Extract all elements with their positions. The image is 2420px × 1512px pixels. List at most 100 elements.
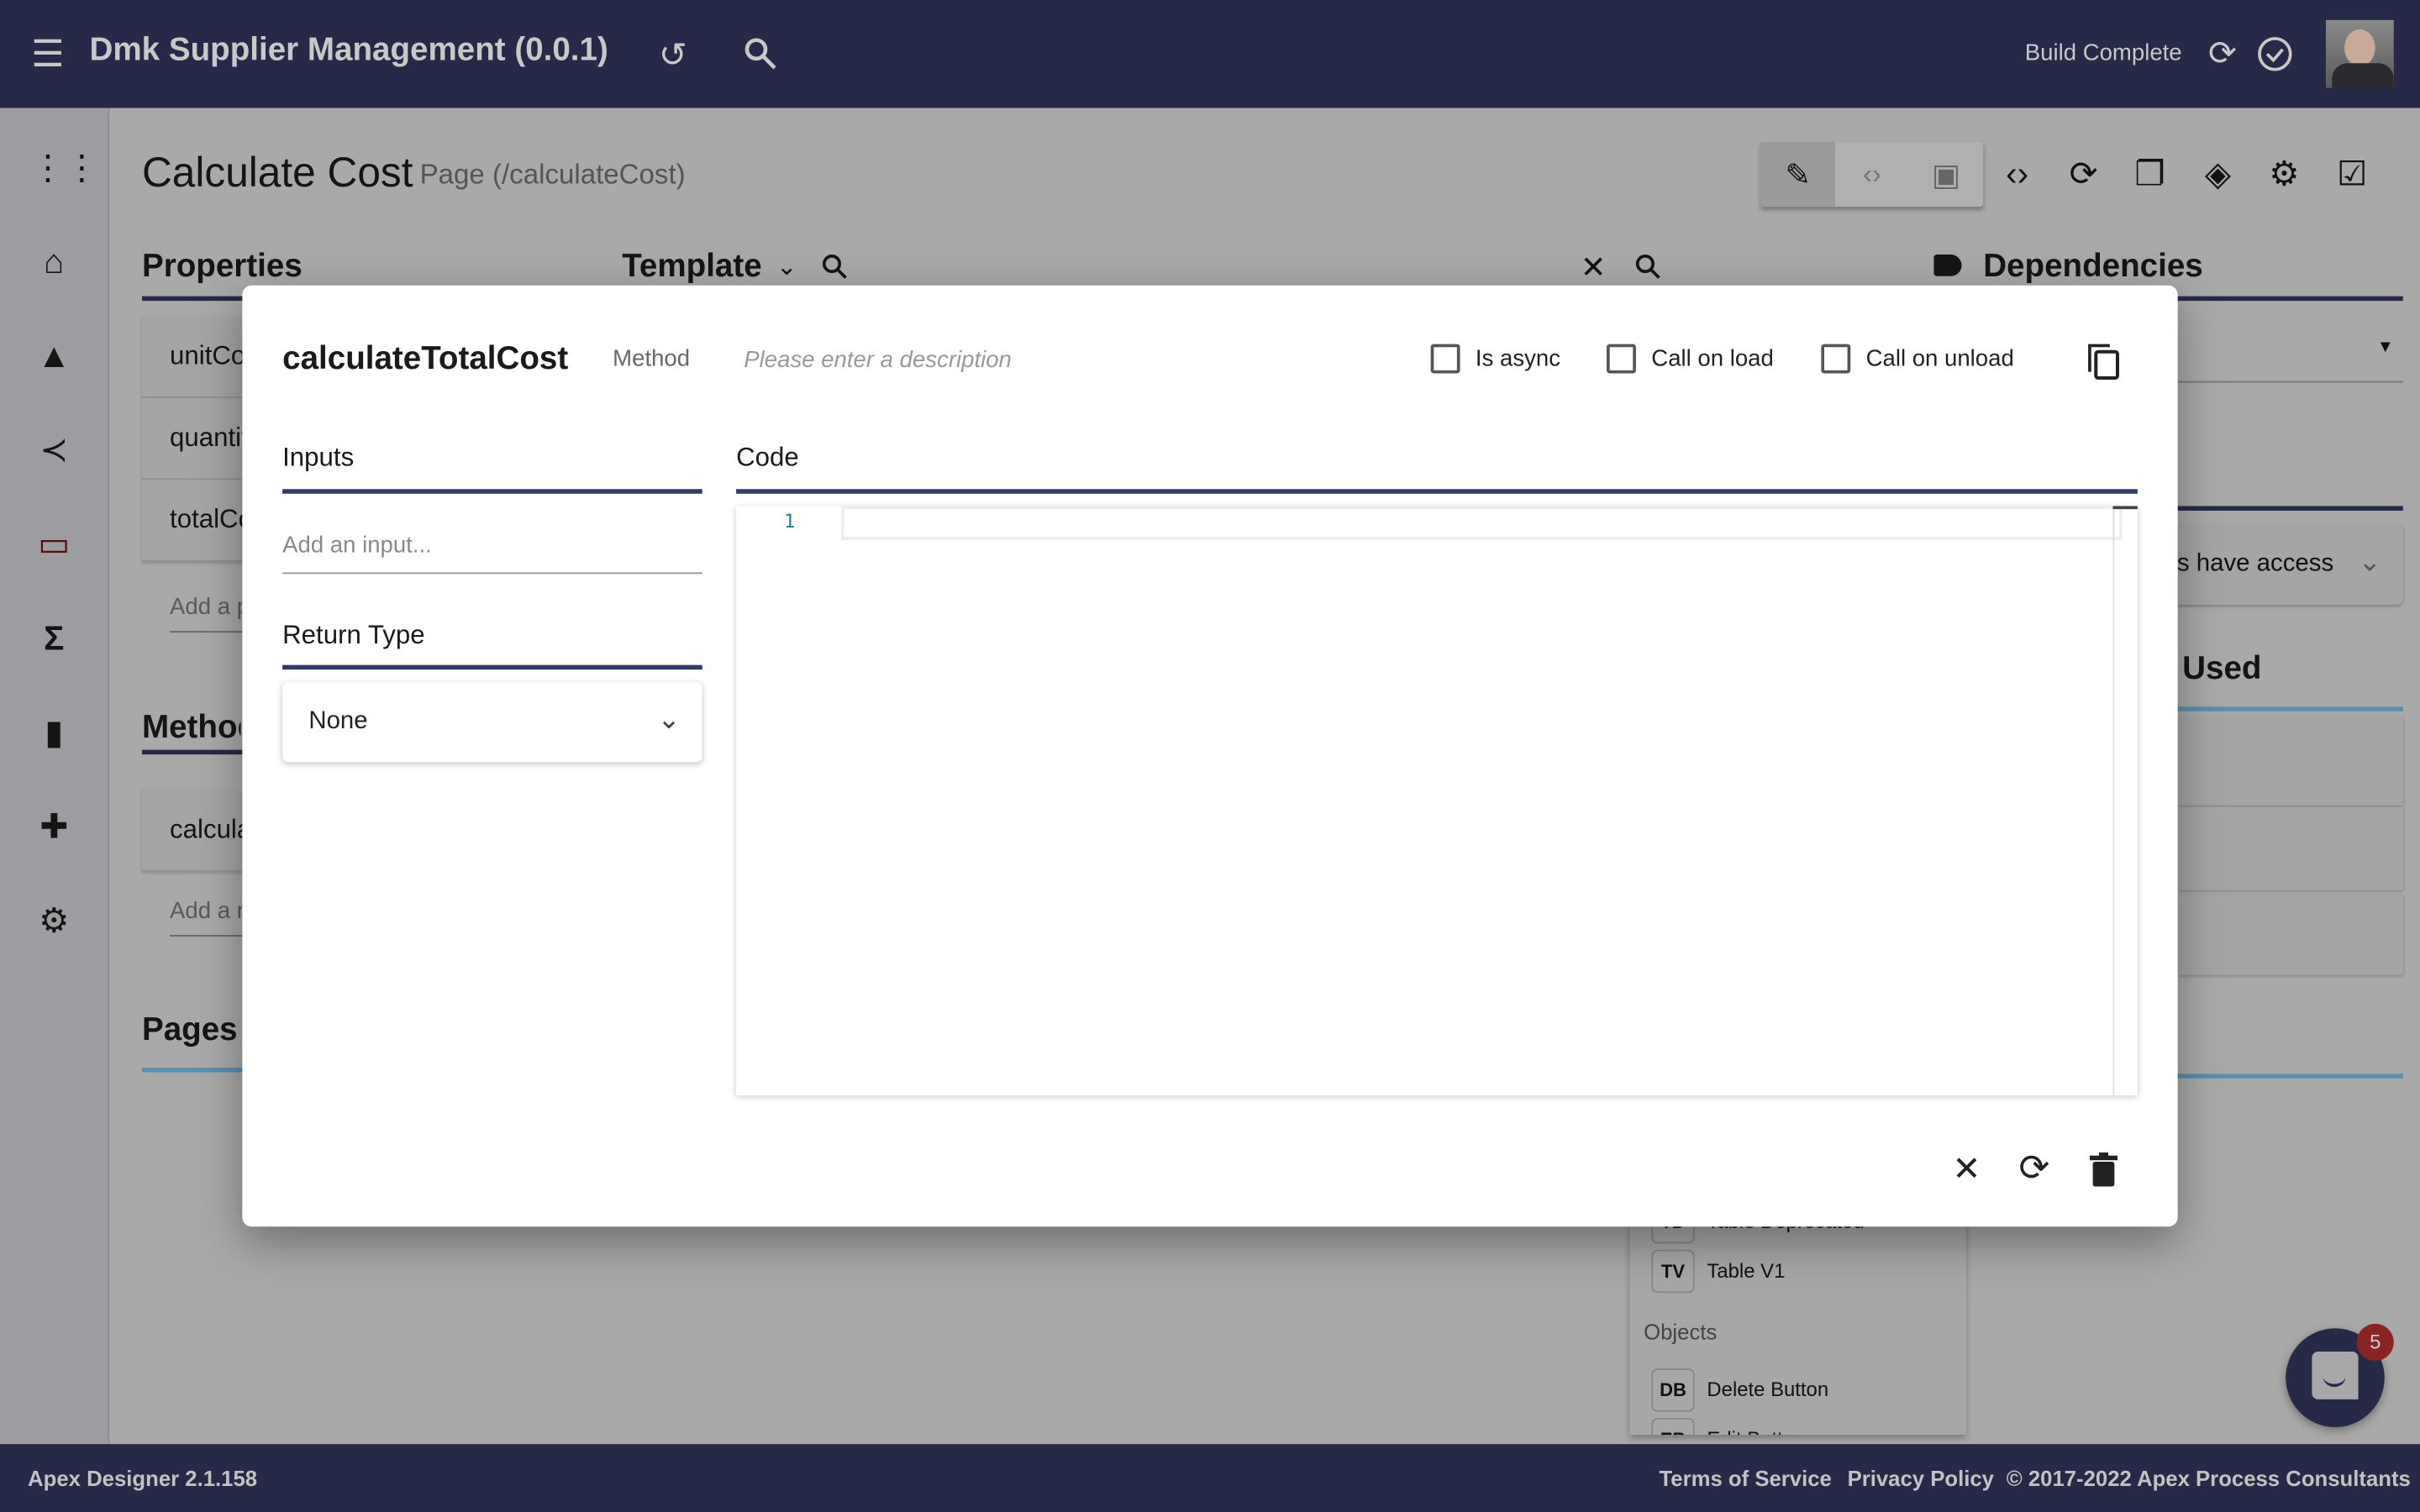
dependencies-title: Dependencies	[1983, 248, 2203, 284]
palette-item[interactable]: Delete Button	[1707, 1378, 1828, 1401]
list-item[interactable]	[2177, 717, 2403, 806]
puzzle-icon[interactable]: ✚	[31, 804, 77, 850]
call-on-unload-checkbox[interactable]: Call on unload	[1821, 344, 2014, 374]
chevron-down-icon[interactable]: ⌄	[776, 251, 797, 282]
clipboard-check-icon[interactable]: ☑	[2326, 148, 2378, 200]
access-select[interactable]: All users have access ⌄	[2160, 524, 2403, 606]
settings-gear-icon[interactable]: ⚙	[2258, 148, 2310, 200]
method-type-label: Method	[613, 345, 691, 372]
section-underline	[2177, 1074, 2403, 1079]
list-item[interactable]	[2177, 806, 2403, 890]
is-async-checkbox[interactable]: Is async	[1430, 344, 1560, 374]
palette-abbr: TV	[1651, 1249, 1695, 1294]
pages-underline	[141, 1068, 250, 1073]
palette-group-title: Objects	[1644, 1319, 1718, 1344]
terms-link[interactable]: Terms of Service	[1659, 1466, 1831, 1490]
code-underline	[736, 489, 2138, 494]
properties-underline	[141, 296, 250, 302]
check-circle-icon	[2258, 37, 2292, 71]
properties-title: Properties	[141, 248, 302, 284]
method-dialog: calculateTotalCost Method Please enter a…	[242, 285, 2178, 1227]
return-type-select[interactable]: None ⌄	[282, 681, 702, 763]
chat-button[interactable]: 5	[2286, 1323, 2394, 1427]
image-icon[interactable]: ▣	[1909, 142, 1983, 207]
pages-title: Pages	[141, 1011, 238, 1048]
chevron-down-icon: ⌄	[657, 703, 681, 735]
code-title: Code	[736, 443, 799, 473]
methods-underline	[141, 749, 250, 755]
page-title: Calculate Cost	[141, 150, 413, 197]
editor-scrollbar[interactable]	[2112, 506, 2115, 1096]
access-value: All users have access	[2160, 550, 2334, 577]
add-input-field[interactable]: Add an input...	[282, 533, 702, 575]
code-view-icon[interactable]: ‹›	[1835, 142, 1909, 207]
code-editor[interactable]: 1	[736, 506, 2138, 1096]
palette-item[interactable]: Table V1	[1707, 1259, 1785, 1283]
list-item[interactable]: quantity	[141, 397, 250, 480]
list-item[interactable]: unitCost	[141, 316, 250, 398]
palette-item[interactable]: Edit Button	[1707, 1427, 1805, 1435]
clear-icon[interactable]: ✕	[1581, 249, 1607, 287]
used-underline	[2177, 706, 2403, 711]
avatar[interactable]	[2325, 19, 2394, 88]
delete-icon[interactable]	[2089, 1152, 2118, 1187]
privacy-link[interactable]: Privacy Policy	[1848, 1466, 1994, 1490]
sidebar: ⋮⋮⋮ ⌂ ▲ ≺ ▭ Σ ▮ ✚ ⚙	[0, 108, 133, 1445]
add-method-input[interactable]: Add a method...	[170, 898, 250, 937]
edit-icon[interactable]: ✎	[1760, 141, 1835, 207]
current-line-highlight	[841, 506, 2123, 540]
sync-icon[interactable]: ⟳	[2204, 34, 2241, 74]
checkbox-box[interactable]	[1821, 344, 1851, 374]
list-item[interactable]: totalCost	[141, 480, 250, 562]
view-toggle-group: ✎ ‹› ▣	[1760, 141, 1984, 207]
scrollbar-thumb[interactable]	[2112, 506, 2138, 510]
dependency-select[interactable]: ▼	[2177, 319, 2403, 383]
settings-icon[interactable]: ⚙	[31, 898, 77, 944]
template-search-icon[interactable]	[819, 251, 850, 282]
dependencies-underline	[2177, 296, 2403, 302]
checkbox-label: Is async	[1475, 345, 1560, 372]
methods-title: Methods	[141, 709, 241, 746]
notification-badge: 5	[2356, 1323, 2394, 1362]
history-icon[interactable]: ↺	[651, 34, 694, 76]
list-item[interactable]	[2177, 895, 2403, 975]
methods-list: calculateTotalCost	[141, 790, 250, 872]
close-icon[interactable]: ✕	[1952, 1149, 1981, 1189]
inputs-underline	[282, 489, 702, 494]
style-icon[interactable]: ◈	[2191, 148, 2244, 200]
page-subtitle: Page (/calculateCost)	[419, 159, 686, 190]
refresh-icon[interactable]: ⟳	[2057, 148, 2109, 200]
label-icon	[1933, 255, 1962, 276]
home-icon[interactable]: ⌂	[31, 239, 77, 286]
checkbox-box[interactable]	[1430, 344, 1460, 374]
line-number: 1	[784, 510, 796, 533]
share-icon[interactable]: ≺	[31, 428, 77, 474]
inputs-title: Inputs	[282, 443, 355, 473]
refresh-icon[interactable]: ⟳	[2018, 1147, 2049, 1191]
list-item[interactable]: calculateTotalCost	[141, 790, 250, 872]
description-input[interactable]: Please enter a description	[744, 347, 1012, 373]
top-app-bar: ☰ Dmk Supplier Management (0.0.1) ↺ Buil…	[0, 0, 2420, 108]
apps-grid-icon[interactable]: ⋮⋮⋮	[31, 145, 133, 192]
menu-icon[interactable]: ☰	[28, 33, 68, 75]
checkbox-box[interactable]	[1607, 344, 1636, 374]
copy-icon[interactable]	[2085, 341, 2122, 381]
version-label: Apex Designer 2.1.158	[28, 1465, 258, 1491]
copy-icon[interactable]: ❐	[2123, 148, 2175, 200]
copyright: © 2017-2022 Apex Process Consultants	[2006, 1465, 2411, 1491]
sigma-icon[interactable]: Σ	[31, 616, 77, 662]
laptop-icon[interactable]: ▭	[31, 522, 77, 568]
properties-list: unitCost quantity totalCost	[141, 316, 250, 562]
search-icon-2[interactable]	[1633, 251, 1664, 282]
code-icon[interactable]: ‹›	[1991, 148, 2043, 200]
app-title[interactable]: Dmk Supplier Management (0.0.1)	[90, 33, 608, 70]
shapes-icon[interactable]: ▲	[31, 333, 77, 380]
add-property-input[interactable]: Add a property...	[170, 594, 250, 633]
palette-abbr: DB	[1651, 1368, 1695, 1412]
template-title[interactable]: Template	[622, 249, 761, 286]
call-on-load-checkbox[interactable]: Call on load	[1607, 344, 1774, 374]
checkbox-label: Call on unload	[1865, 345, 2014, 372]
file-icon[interactable]: ▮	[31, 710, 77, 756]
method-name[interactable]: calculateTotalCost	[282, 341, 568, 378]
search-icon[interactable]	[742, 35, 779, 72]
